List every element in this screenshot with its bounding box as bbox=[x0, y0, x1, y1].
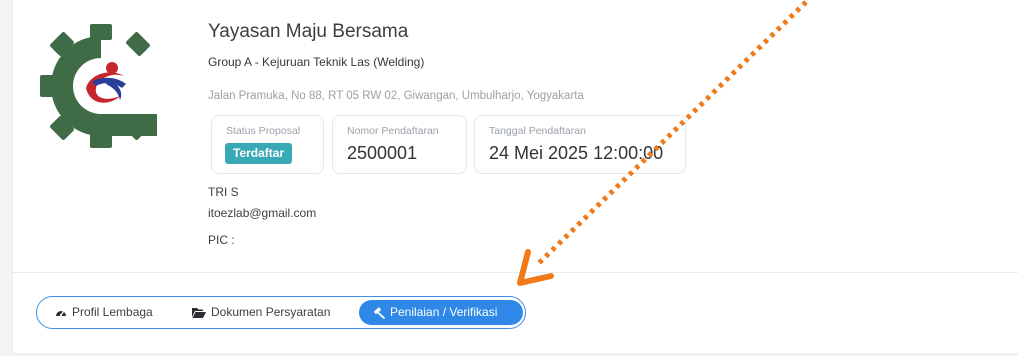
tab-profil-lembaga-label: Profil Lembaga bbox=[72, 305, 153, 319]
organization-logo bbox=[40, 24, 157, 148]
contact-pic: PIC : bbox=[208, 233, 235, 247]
tab-dokumen-persyaratan[interactable]: Dokumen Persyaratan bbox=[192, 300, 330, 325]
status-badge: Terdaftar bbox=[225, 143, 293, 164]
organization-address: Jalan Pramuka, No 88, RT 05 RW 02, Giwan… bbox=[208, 90, 584, 102]
status-proposal-label: Status Proposal bbox=[226, 125, 301, 137]
nomor-pendaftaran-label: Nomor Pendaftaran bbox=[347, 125, 439, 137]
contact-email: itoezlab@gmail.com bbox=[208, 206, 317, 220]
gavel-icon bbox=[373, 307, 385, 319]
nomor-pendaftaran-box: Nomor Pendaftaran 2500001 bbox=[332, 115, 467, 174]
divider bbox=[12, 272, 1018, 273]
tab-penilaian-verifikasi[interactable]: Penilaian / Verifikasi bbox=[359, 300, 523, 325]
tab-profil-lembaga[interactable]: Profil Lembaga bbox=[55, 300, 153, 325]
tanggal-pendaftaran-box: Tanggal Pendaftaran 24 Mei 2025 12:00:00 bbox=[474, 115, 686, 174]
gauge-icon bbox=[56, 310, 66, 316]
organization-group: Group A - Kejuruan Teknik Las (Welding) bbox=[208, 55, 425, 69]
tanggal-pendaftaran-value: 24 Mei 2025 12:00:00 bbox=[489, 143, 664, 163]
contact-name: TRI S bbox=[208, 185, 239, 199]
status-proposal-box: Status Proposal Terdaftar bbox=[211, 115, 324, 174]
folder-open-icon bbox=[192, 308, 206, 319]
tab-bar: Profil Lembaga Dokumen Persyaratan Penil… bbox=[36, 296, 526, 329]
tanggal-pendaftaran-label: Tanggal Pendaftaran bbox=[489, 125, 586, 137]
nomor-pendaftaran-value: 2500001 bbox=[347, 143, 418, 163]
tab-dokumen-persyaratan-label: Dokumen Persyaratan bbox=[211, 305, 331, 319]
organization-name: Yayasan Maju Bersama bbox=[208, 21, 409, 42]
tab-penilaian-verifikasi-label: Penilaian / Verifikasi bbox=[390, 305, 498, 319]
